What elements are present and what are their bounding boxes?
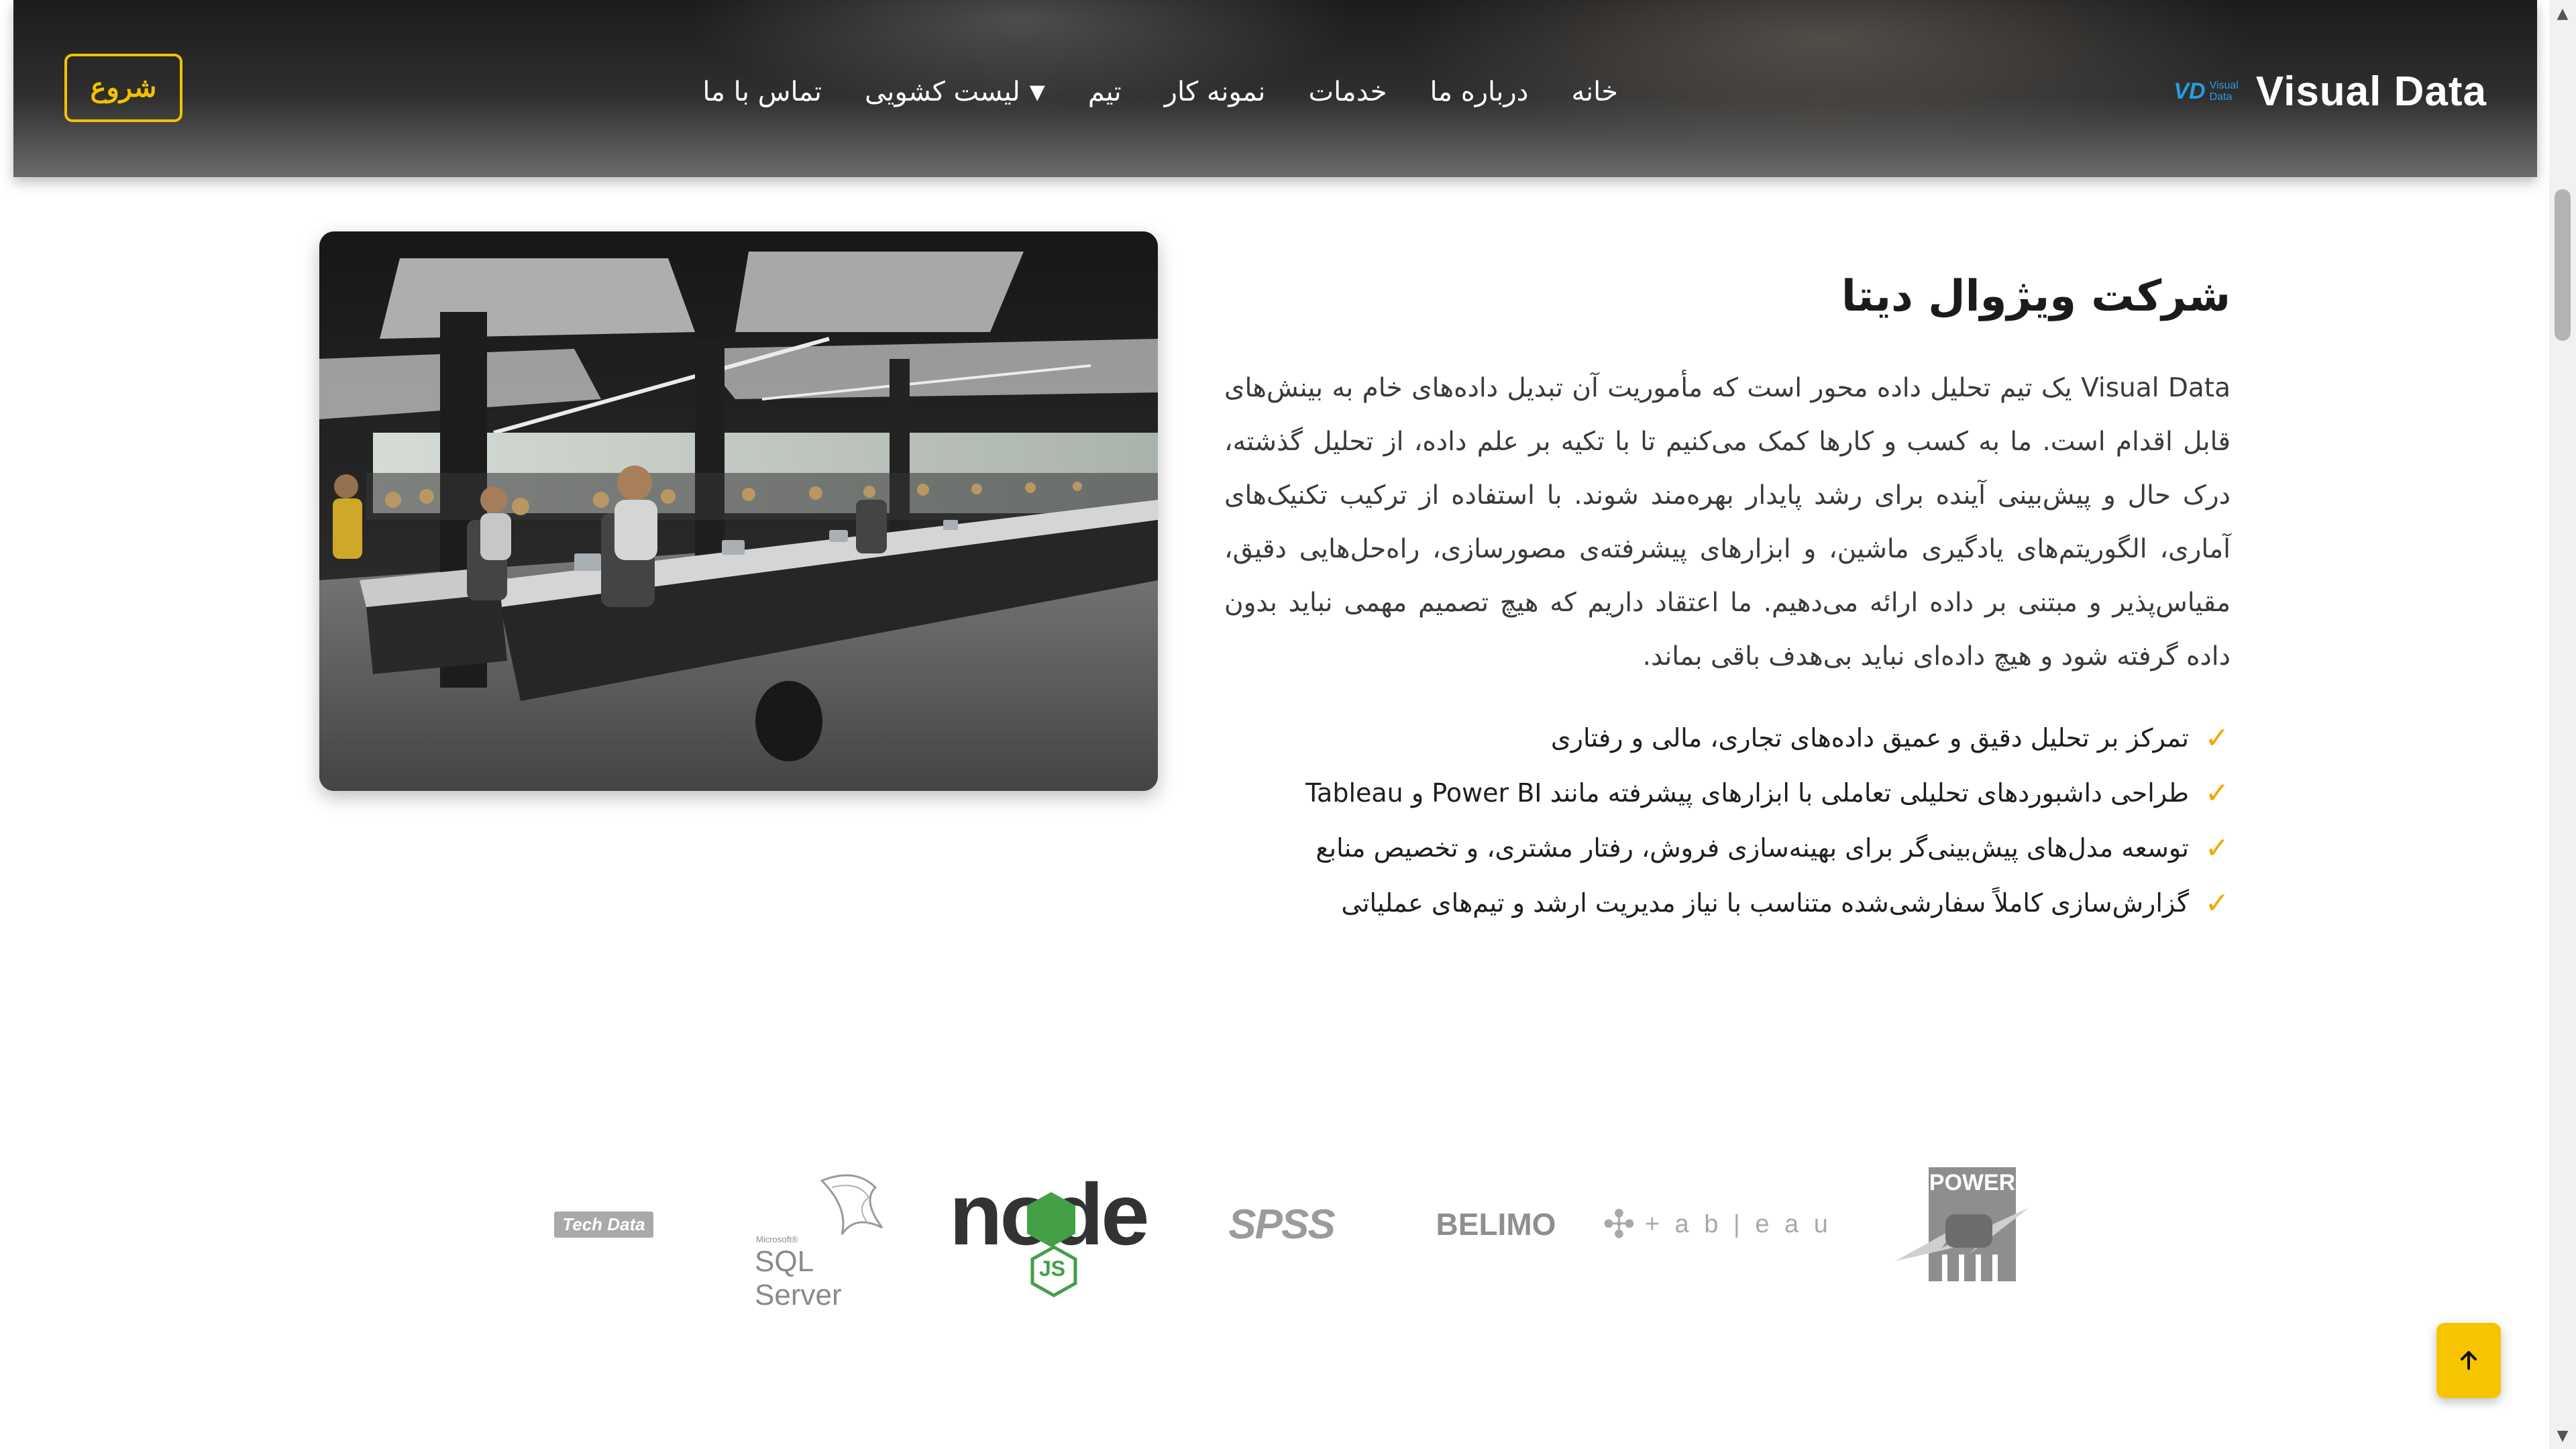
brand-logo-line1: Visual — [2209, 80, 2239, 91]
about-title: شرکت ویژوال دیتا — [1841, 272, 2231, 321]
logo-strip: Tech Data Microsoft® SQL Server node — [530, 1140, 2046, 1311]
scrollbar-thumb[interactable] — [2555, 189, 2571, 341]
tableau-text: + a b | e a u — [1644, 1210, 1832, 1238]
nav-item-contact[interactable]: تماس با ما — [702, 76, 822, 107]
office-photo — [319, 231, 1158, 791]
nodejs-logo: node JS — [946, 1140, 1167, 1308]
power-fist-icon — [1895, 1208, 2029, 1288]
about-section: شرکت ویژوال دیتا Visual Data یک تیم تحلی… — [1224, 272, 2231, 930]
spss-logo: SPSS — [1221, 1140, 1342, 1308]
feature-text: گزارش‌سازی کاملاً سفارشی‌شده متناسب با ن… — [1341, 888, 2189, 918]
nav-item-home[interactable]: خانه — [1572, 76, 1619, 107]
techdata-logo-text: Tech Data — [554, 1211, 653, 1238]
page-scrollbar[interactable]: ▲ ▼ — [2549, 0, 2576, 1449]
about-body: Visual Data یک تیم تحلیل داده محور است ک… — [1224, 373, 2231, 672]
caret-down-icon: ▼ — [1029, 80, 1045, 104]
sqlserver-text: SQL Server — [755, 1245, 842, 1311]
nav-label: نمونه کار — [1164, 76, 1266, 107]
brand-logo-mark: VD — [2174, 78, 2206, 104]
feature-item: ✓ طراحی داشبوردهای تحلیلی تعاملی با ابزا… — [1224, 765, 2231, 820]
check-icon: ✓ — [2204, 720, 2230, 755]
brand-logo: VD Visual Data — [2174, 78, 2239, 105]
nav-item-portfolio[interactable]: نمونه کار — [1165, 76, 1266, 107]
sqlserver-logo: Microsoft® SQL Server — [751, 1140, 906, 1311]
nav-label: درباره ما — [1430, 76, 1529, 107]
belimo-logo: BELIMO — [1429, 1140, 1563, 1308]
nav-label: تیم — [1087, 76, 1122, 107]
sqlserver-small-text: Microsoft® — [756, 1234, 798, 1244]
nav-label: لیست کشویی — [864, 76, 1020, 107]
site-header: VD Visual Data Visual Data خانه درباره م… — [13, 0, 2537, 177]
nav-item-team[interactable]: تیم — [1088, 76, 1122, 107]
nav-label: خانه — [1571, 76, 1619, 107]
nav-item-about[interactable]: درباره ما — [1430, 76, 1528, 107]
feature-text: طراحی داشبوردهای تحلیلی تعاملی با ابزاره… — [1305, 778, 2189, 808]
arrow-up-icon — [2461, 1351, 2477, 1370]
feature-item: ✓ تمرکز بر تحلیل دقیق و عمیق داده‌های تج… — [1224, 710, 2231, 765]
nav-item-services[interactable]: خدمات — [1308, 76, 1387, 107]
tableau-logo: ✣ + a b | e a u — [1603, 1140, 1828, 1308]
start-button[interactable]: شروع — [64, 54, 182, 122]
brand-logo-line2: Data — [2209, 91, 2233, 103]
feature-text: تمرکز بر تحلیل دقیق و عمیق داده‌های تجار… — [1550, 723, 2189, 753]
check-icon: ✓ — [2204, 775, 2230, 810]
page: VD Visual Data Visual Data خانه درباره م… — [0, 0, 2576, 1449]
node-js-text: JS — [1039, 1256, 1066, 1281]
feature-item: ✓ گزارش‌سازی کاملاً سفارشی‌شده متناسب با… — [1224, 875, 2231, 930]
scroll-to-top-button[interactable] — [2436, 1323, 2501, 1398]
techdata-logo: Tech Data — [537, 1140, 671, 1308]
main-nav: خانه درباره ما خدمات نمونه کار تیم لیست … — [702, 67, 1618, 117]
nav-label: خدمات — [1308, 76, 1387, 107]
scroll-down-arrow-icon[interactable]: ▼ — [2549, 1422, 2576, 1449]
tableau-cross-icon: ✣ — [1603, 1201, 1635, 1247]
check-icon: ✓ — [2204, 885, 2230, 920]
sqlserver-icon — [820, 1174, 883, 1235]
nav-item-dropdown[interactable]: لیست کشویی ▼ — [865, 76, 1045, 107]
power-logo: POWER — [1885, 1140, 2039, 1308]
node-hexagon-icon — [1027, 1192, 1075, 1247]
brand[interactable]: VD Visual Data Visual Data — [2174, 64, 2487, 118]
feature-list: ✓ تمرکز بر تحلیل دقیق و عمیق داده‌های تج… — [1224, 710, 2231, 930]
check-icon: ✓ — [2204, 830, 2230, 865]
scroll-up-arrow-icon[interactable]: ▲ — [2549, 0, 2576, 27]
feature-text: توسعه مدل‌های پیش‌بینی‌گر برای بهینه‌ساز… — [1316, 833, 2189, 863]
spss-text: SPSS — [1228, 1201, 1335, 1248]
belimo-text: BELIMO — [1436, 1207, 1556, 1242]
nav-label: تماس با ما — [702, 76, 822, 107]
brand-logo-text: Visual Data — [2210, 80, 2239, 103]
brand-name: Visual Data — [2255, 68, 2487, 115]
feature-item: ✓ توسعه مدل‌های پیش‌بینی‌گر برای بهینه‌س… — [1224, 820, 2231, 875]
